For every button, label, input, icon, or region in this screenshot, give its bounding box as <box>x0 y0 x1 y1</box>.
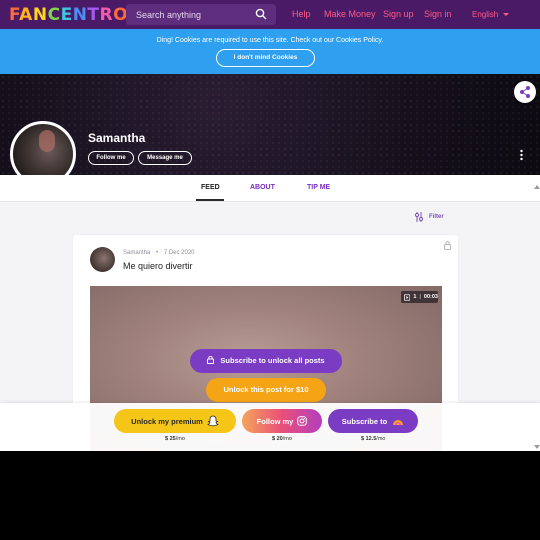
post-meta: Samantha • 7 Dec 2020 <box>123 250 195 256</box>
share-icon <box>520 86 530 98</box>
share-button[interactable] <box>514 81 536 103</box>
profile-cover <box>0 74 540 175</box>
search-input[interactable] <box>126 9 251 20</box>
top-navbar: FANCENTRO Help Make Money Sign up Sign i… <box>0 0 540 29</box>
unlock-premium-button[interactable]: Unlock my premium <box>114 409 236 433</box>
premium-price: $ 25/mo <box>165 436 185 442</box>
media-icon <box>404 293 411 301</box>
post-author[interactable]: Samantha <box>123 250 150 256</box>
subscribe-all-label: Subscribe to unlock all posts <box>220 356 325 365</box>
subscribe-all-button[interactable]: Subscribe to unlock all posts <box>190 349 342 373</box>
follow-label: Follow my <box>256 416 294 426</box>
page-viewport: FANCENTRO Help Make Money Sign up Sign i… <box>0 0 540 451</box>
subscribe-label: Subscribe to <box>341 416 388 426</box>
scrollbar-down-arrow-icon[interactable] <box>534 444 540 450</box>
meta-separator: • <box>156 250 159 256</box>
unlock-post-button[interactable]: Unlock this post for $10 <box>206 378 326 402</box>
follow-button[interactable]: Follow me <box>88 151 134 165</box>
nav-help-link[interactable]: Help <box>292 9 311 19</box>
tab-about[interactable]: ABOUT <box>250 184 275 191</box>
message-button[interactable]: Message me <box>138 151 192 165</box>
media-duration: 00:03 <box>423 294 438 300</box>
accept-cookies-button[interactable]: I don't mind Cookies <box>216 49 315 67</box>
tab-tip-me[interactable]: TIP ME <box>307 184 330 191</box>
subscribe-price: $ 12.5/mo <box>361 436 386 442</box>
chevron-down-icon <box>503 12 510 16</box>
profile-tabs: FEED ABOUT TIP ME <box>0 175 540 202</box>
active-tab-indicator <box>196 199 224 201</box>
snapchat-ghost-icon <box>207 415 219 427</box>
follow-instagram-button[interactable]: Follow my <box>242 409 322 433</box>
cover-pattern <box>0 74 540 175</box>
lock-icon <box>207 355 215 364</box>
more-options-icon[interactable] <box>519 149 524 161</box>
fancentro-logo[interactable]: FANCENTRO <box>9 5 128 25</box>
filter-label: Filter <box>429 214 444 220</box>
language-label: English <box>472 10 499 19</box>
cookie-banner: Ding! Cookies are required to use this s… <box>0 29 540 74</box>
language-selector[interactable]: English <box>472 10 510 19</box>
follow-price: $ 20/mo <box>272 436 292 442</box>
fancentro-fan-icon <box>393 420 404 425</box>
nav-make-money-link[interactable]: Make Money <box>324 9 376 19</box>
media-count: 1 <box>413 294 417 300</box>
post-author-avatar[interactable] <box>90 247 115 272</box>
premium-label: Unlock my premium <box>131 416 203 426</box>
tab-feed[interactable]: FEED <box>201 184 220 191</box>
media-counter-badge: 1 | 00:03 <box>401 291 438 303</box>
filter-button[interactable]: Filter <box>414 212 444 222</box>
avatar-photo-detail <box>39 130 55 152</box>
subscribe-button[interactable]: Subscribe to <box>328 409 418 433</box>
post-date: 7 Dec 2020 <box>163 250 195 256</box>
nav-sign-up-link[interactable]: Sign up <box>383 9 414 19</box>
search-icon[interactable] <box>255 8 267 20</box>
scrollbar-up-arrow-icon[interactable] <box>534 184 540 190</box>
lock-icon <box>444 241 451 250</box>
counter-divider: | <box>419 294 421 300</box>
post-title: Me quiero divertir <box>123 261 193 271</box>
instagram-icon <box>297 416 308 426</box>
filter-icon <box>415 212 423 222</box>
nav-sign-in-link[interactable]: Sign in <box>424 9 452 19</box>
cookie-message: Ding! Cookies are required to use this s… <box>156 37 384 44</box>
profile-name: Samantha <box>88 131 146 145</box>
search-box <box>126 4 276 25</box>
